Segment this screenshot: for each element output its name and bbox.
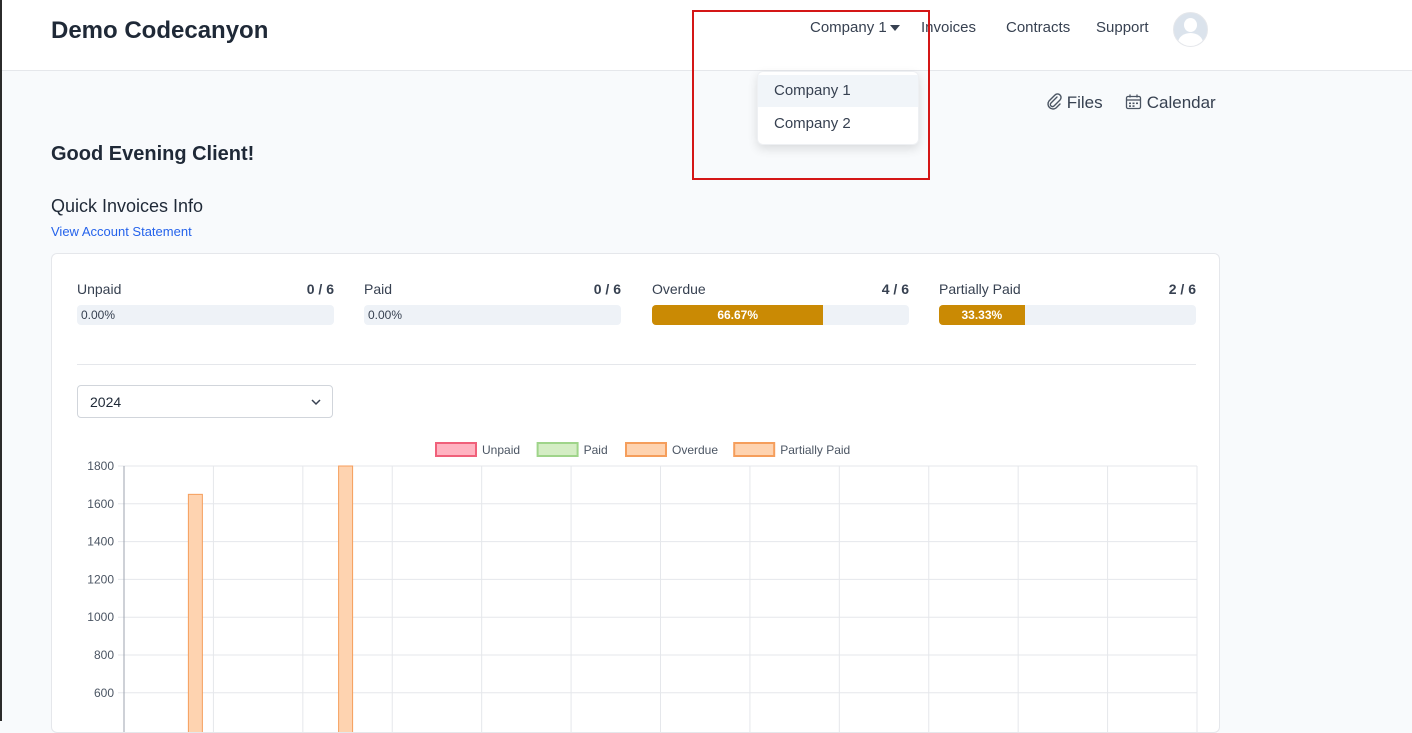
nav-contracts[interactable]: Contracts — [1006, 19, 1070, 36]
files-label: Files — [1066, 93, 1103, 112]
bar-overdue — [338, 465, 354, 732]
y-tick-label: 800 — [94, 648, 114, 662]
quick-invoices-title: Quick Invoices Info — [51, 196, 204, 216]
invoices-card: Unpaid 0 / 6 0.00% Paid 0 / 6 0.00% Over… — [51, 253, 1220, 733]
y-tick-label: 1600 — [87, 497, 114, 511]
legend-swatch — [536, 442, 579, 457]
bar-partially-paid — [187, 493, 203, 732]
calendar-icon — [1125, 94, 1142, 110]
greeting-heading: Good Evening Client! — [51, 143, 255, 165]
legend-swatch — [733, 442, 776, 457]
y-tick-label: 1800 — [87, 459, 114, 473]
paperclip-icon — [1047, 93, 1062, 110]
user-avatar[interactable] — [1173, 12, 1208, 47]
calendar-link[interactable]: Calendar — [1125, 93, 1216, 113]
legend-label: Overdue — [672, 443, 718, 457]
files-link[interactable]: Files — [1046, 93, 1103, 113]
legend-label: Paid — [584, 443, 608, 457]
invoices-bar-chart: 1800 1600 1400 1200 1000 800 600 Unpaid Paid Over… — [87, 442, 1198, 732]
calendar-label: Calendar — [1146, 93, 1216, 112]
legend-label: Unpaid — [482, 443, 520, 457]
view-account-statement-link[interactable]: View Account Statement — [51, 224, 192, 239]
avatar-body-shape — [1178, 33, 1203, 46]
highlight-box — [692, 10, 930, 180]
y-tick-label: 1000 — [87, 610, 114, 624]
y-tick-label: 1400 — [87, 535, 114, 549]
avatar-head-shape — [1184, 18, 1197, 32]
legend-swatch — [625, 442, 667, 457]
legend-swatch — [435, 442, 477, 457]
y-tick-label: 600 — [94, 686, 114, 700]
nav-support[interactable]: Support — [1096, 19, 1149, 36]
y-tick-label: 1200 — [87, 572, 114, 586]
legend-label: Partially Paid — [780, 443, 850, 457]
brand-title[interactable]: Demo Codecanyon — [51, 17, 268, 45]
